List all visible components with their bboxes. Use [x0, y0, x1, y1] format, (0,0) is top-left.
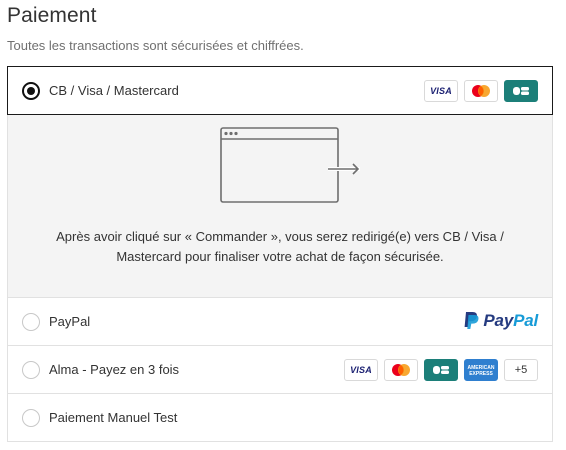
- paypal-p-icon: [465, 312, 479, 329]
- payment-option-label: Paiement Manuel Test: [49, 410, 178, 425]
- visa-logo-icon: VISA: [344, 359, 378, 381]
- paypal-logo: PayPal: [463, 311, 538, 331]
- payment-option-label: Alma - Payez en 3 fois: [49, 362, 180, 377]
- payment-methods-list: CB / Visa / Mastercard VISA Après avoir …: [7, 66, 553, 442]
- browser-redirect-icon: [220, 127, 360, 203]
- mastercard-logo-icon: [384, 359, 418, 381]
- amex-logo-icon: AMERICAN EXPRESS: [464, 359, 498, 381]
- cb-logo-icon: [424, 359, 458, 381]
- mastercard-logo-icon: [464, 80, 498, 102]
- redirect-message: Après avoir cliqué sur « Commander », vo…: [56, 229, 504, 264]
- radio-card-selected[interactable]: [22, 82, 40, 100]
- cb-logo-icon: [504, 80, 538, 102]
- redirect-info-panel: Après avoir cliqué sur « Commander », vo…: [7, 115, 553, 298]
- page-title: Paiement: [7, 4, 97, 27]
- visa-logo-icon: VISA: [424, 80, 458, 102]
- more-logos-badge: +5: [504, 359, 538, 381]
- page-subtitle: Toutes les transactions sont sécurisées …: [7, 38, 304, 53]
- payment-option-paypal[interactable]: PayPal PayPal: [7, 298, 553, 346]
- payment-option-label: CB / Visa / Mastercard: [49, 83, 179, 98]
- payment-option-manual[interactable]: Paiement Manuel Test: [7, 394, 553, 442]
- radio-alma[interactable]: [22, 361, 40, 379]
- radio-paypal[interactable]: [22, 313, 40, 331]
- svg-text:EXPRESS: EXPRESS: [469, 371, 493, 377]
- payment-option-label: PayPal: [49, 314, 91, 329]
- payment-option-alma[interactable]: Alma - Payez en 3 fois VISA AMERICAN EXPR…: [7, 346, 553, 394]
- radio-manual[interactable]: [22, 409, 40, 427]
- card-logos: VISA AMERICAN EXPRESS +5: [344, 359, 538, 381]
- card-logos: VISA: [424, 80, 538, 102]
- payment-option-card[interactable]: CB / Visa / Mastercard VISA: [7, 66, 553, 115]
